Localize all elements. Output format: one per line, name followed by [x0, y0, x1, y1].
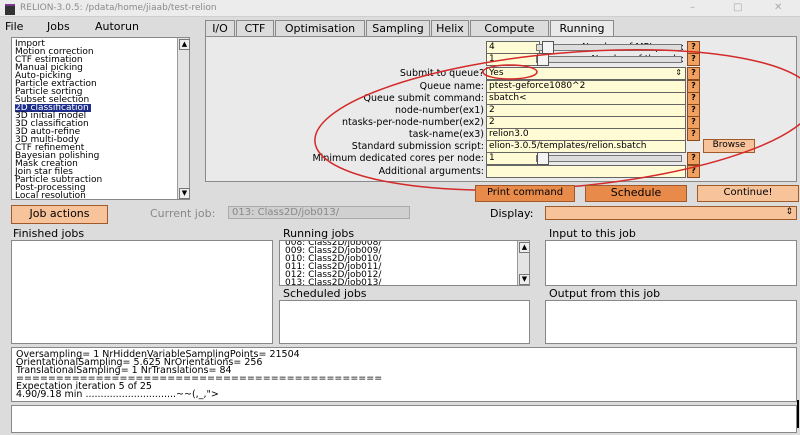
tab-sampling[interactable]: Sampling [366, 20, 430, 37]
submit-queue-select[interactable]: Yes ⇕ [486, 67, 686, 80]
submit-queue-value: Yes [489, 68, 504, 78]
scroll-up-icon[interactable]: ▲ [179, 39, 190, 50]
continue-button[interactable]: Continue! [697, 185, 799, 202]
display-label: Display: [490, 207, 534, 220]
current-job-label: Current job: [150, 207, 216, 220]
menubar: File Jobs Autorun [0, 18, 200, 36]
min-cores-label: Minimum dedicated cores per node: [312, 153, 484, 164]
scheduled-jobs-list[interactable] [279, 300, 530, 344]
scheduled-jobs-header: Scheduled jobs [283, 287, 367, 300]
tab-compute[interactable]: Compute [470, 20, 549, 37]
window-title: RELION-3.0.5: /pdata/home/jiaab/test-rel… [20, 3, 217, 13]
stdout-panel[interactable]: Oversampling= 1 NrHiddenVariableSampling… [11, 347, 797, 402]
tab-helix[interactable]: Helix [431, 20, 469, 37]
min-cores-slider[interactable] [536, 152, 682, 165]
queue-help-button[interactable]: ? [687, 67, 700, 80]
min-cores-help-button[interactable]: ? [687, 152, 700, 165]
print-command-button[interactable]: Print command [475, 185, 575, 202]
node-number-label: node-number(ex1) [395, 105, 484, 116]
maximize-button[interactable]: □ [733, 2, 742, 13]
job-type-list: Import Motion correction CTF estimation Man… [11, 37, 190, 201]
display-select[interactable]: ⇕ [545, 206, 797, 220]
threads-field[interactable]: 1 [486, 53, 540, 66]
current-job-field[interactable]: 013: Class2D/job013/ [228, 206, 410, 219]
mpi-procs-slider[interactable] [536, 41, 682, 54]
finished-jobs-list[interactable] [11, 240, 273, 344]
window-titlebar: RELION-3.0.5: /pdata/home/jiaab/test-rel… [0, 0, 800, 17]
output-from-job-header: Output from this job [549, 287, 661, 300]
additional-args-field[interactable] [486, 165, 686, 178]
queue-name-label: Queue name: [419, 81, 484, 92]
tab-io[interactable]: I/O [205, 20, 235, 37]
submit-queue-label: Submit to queue? [399, 68, 484, 79]
scroll-down-icon[interactable]: ▼ [519, 274, 529, 285]
threads-slider[interactable] [536, 53, 682, 66]
job-type-item[interactable]: Local resolution [15, 192, 86, 201]
running-tab-panel: Number of MPI procs: 4 ? Number of threa… [205, 36, 797, 182]
tab-ctf[interactable]: CTF [236, 20, 274, 37]
tab-optimisation[interactable]: Optimisation [275, 20, 365, 37]
additional-args-label: Additional arguments: [378, 166, 484, 177]
task-name-label: task-name(ex3) [408, 129, 484, 140]
browse-button[interactable]: Browse [703, 139, 755, 153]
job-actions-button[interactable]: Job actions [11, 205, 108, 224]
schedule-button[interactable]: Schedule [585, 185, 687, 202]
submission-script-label: Standard submission script: [351, 141, 484, 152]
running-jobs-header: Running jobs [283, 227, 355, 240]
running-jobs-list[interactable]: 008: Class2D/job008/009: Class2D/job009/… [279, 240, 530, 286]
menu-file[interactable]: File [5, 20, 23, 33]
minimize-button[interactable]: – [690, 2, 695, 13]
ntasks-label: ntasks-per-node-number(ex2) [342, 117, 484, 128]
running-jobs-scrollbar[interactable]: ▲ ▼ [517, 241, 529, 285]
stdout-line: 4.90/9.18 min ..........................… [16, 389, 219, 400]
menu-jobs[interactable]: Jobs [47, 20, 70, 33]
finished-jobs-header: Finished jobs [13, 227, 85, 240]
scroll-up-icon[interactable]: ▲ [519, 242, 529, 253]
min-cores-field[interactable]: 1 [486, 152, 540, 165]
app-icon [5, 4, 15, 15]
dropdown-arrow-icon: ⇕ [675, 68, 682, 77]
close-button[interactable]: ✕ [774, 2, 782, 13]
submit-command-label: Queue submit command: [363, 93, 485, 104]
job-type-scrollbar[interactable]: ▲ ▼ [177, 38, 190, 199]
output-from-job-list[interactable] [545, 300, 797, 344]
threads-help-button[interactable]: ? [687, 53, 700, 66]
stderr-panel[interactable] [11, 405, 797, 433]
scroll-down-icon[interactable]: ▼ [179, 188, 190, 199]
menu-autorun[interactable]: Autorun [95, 20, 139, 33]
cursor-bar [797, 400, 799, 428]
running-job-item[interactable]: 013: Class2D/job013/ [285, 279, 381, 286]
dropdown-arrow-icon: ⇕ [785, 207, 793, 217]
additional-args-help-button[interactable]: ? [687, 165, 700, 178]
task-name-help-button[interactable]: ? [687, 128, 700, 141]
input-to-job-list[interactable] [545, 240, 797, 286]
input-to-job-header: Input to this job [549, 227, 636, 240]
